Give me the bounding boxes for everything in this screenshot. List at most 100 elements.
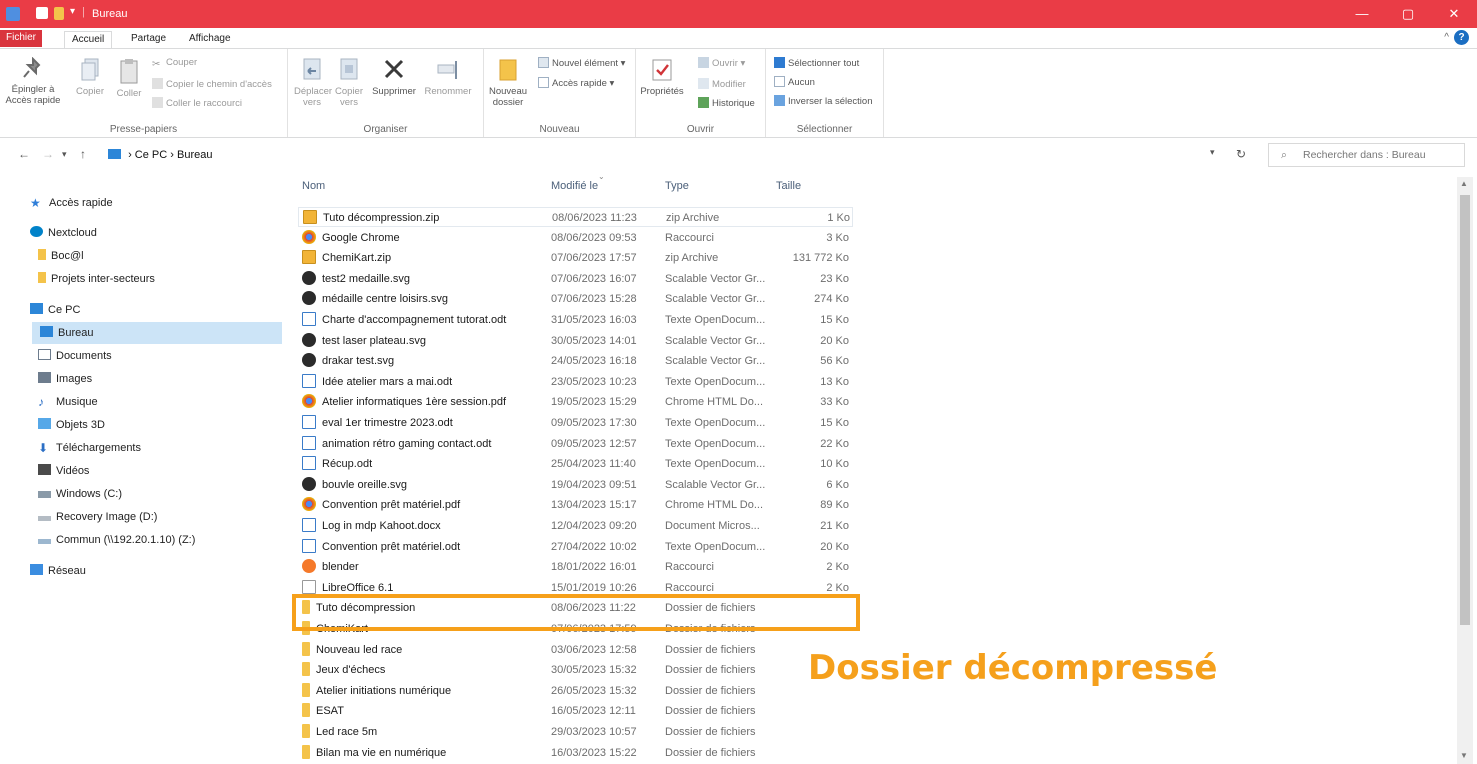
file-row[interactable]: Convention prêt matériel.pdf 13/04/2023 1… (298, 495, 853, 515)
sidebar-item-bureau[interactable]: Bureau (32, 322, 282, 344)
file-row[interactable]: Google Chrome 08/06/2023 09:53 Raccourci 3 … (298, 228, 853, 248)
address-dropdown-icon[interactable]: ▾ (1210, 147, 1215, 158)
folder-row[interactable]: Nouveau led race 03/06/2023 12:58 Dossier … (298, 640, 853, 660)
minimize-button[interactable]: — (1339, 0, 1385, 28)
copy-path-button[interactable]: Copier le chemin d'accès (152, 78, 272, 91)
file-row[interactable]: blender 18/01/2022 16:01 Raccourci 2 Ko (298, 557, 853, 577)
quick-access-button[interactable]: Accès rapide ▾ (538, 77, 614, 90)
file-type: Texte OpenDocum... (665, 314, 766, 326)
refresh-icon[interactable]: ↻ (1236, 147, 1246, 161)
sidebar-item-acces-rapide[interactable]: ★ Accès rapide (30, 192, 113, 214)
back-arrow-icon[interactable]: ← (18, 147, 30, 161)
column-header-name[interactable]: Nom (302, 180, 325, 198)
file-row[interactable]: Récup.odt 25/04/2023 11:40 Texte OpenDocum… (298, 454, 853, 474)
tab-home[interactable]: Accueil (64, 31, 113, 48)
file-row[interactable]: Convention prêt matériel.odt 27/04/2022 1… (298, 537, 853, 557)
file-date: 08/06/2023 09:53 (551, 231, 637, 244)
tab-share[interactable]: Partage (124, 31, 173, 48)
scroll-up-arrow-icon[interactable]: ▲ (1460, 179, 1468, 188)
recent-locations-icon[interactable]: ▾ (62, 149, 67, 160)
breadcrumb-bureau[interactable]: Bureau (177, 149, 212, 161)
move-to-button[interactable]: Déplacer vers (294, 57, 332, 108)
network-drive-icon (38, 539, 51, 544)
new-folder-quick-icon[interactable] (54, 7, 64, 20)
file-row[interactable]: animation rétro gaming contact.odt 09/05/… (298, 434, 853, 454)
file-row[interactable]: eval 1er trimestre 2023.odt 09/05/2023 17… (298, 413, 853, 433)
edit-button[interactable]: Modifier (698, 78, 746, 91)
file-row[interactable]: test laser plateau.svg 30/05/2023 14:01 Sc… (298, 331, 853, 351)
sidebar-item-commun-z[interactable]: Commun (\\192.20.1.10) (Z:) (38, 529, 195, 551)
sidebar-item-ce-pc[interactable]: Ce PC (30, 299, 80, 321)
scrollbar-thumb[interactable] (1460, 195, 1470, 625)
column-header-type[interactable]: Type (665, 180, 689, 198)
select-all-button[interactable]: Sélectionner tout (774, 57, 859, 70)
file-name-text: Atelier informatiques 1ère session.pdf (322, 396, 507, 409)
breadcrumb-ce-pc[interactable]: Ce PC (135, 149, 167, 161)
sidebar-item-windows-c[interactable]: Windows (C:) (38, 483, 122, 505)
file-row[interactable]: Tuto décompression.zip 08/06/2023 11:23 zi… (298, 207, 853, 227)
file-row[interactable]: ChemiKart.zip 07/06/2023 17:57 zip Archive… (298, 248, 853, 268)
scroll-down-arrow-icon[interactable]: ▼ (1460, 751, 1468, 760)
copy-button[interactable]: Copier (70, 57, 110, 97)
invert-selection-button[interactable]: Inverser la sélection (774, 95, 872, 108)
open-button[interactable]: Ouvrir ▾ (698, 57, 745, 70)
address-bar[interactable]: › Ce PC › Bureau (108, 144, 1198, 166)
file-name-text: ChemiKart.zip (322, 252, 392, 265)
file-row[interactable]: bouvle oreille.svg 19/04/2023 09:51 Scalab… (298, 475, 853, 495)
up-arrow-icon[interactable]: ↑ (80, 147, 86, 161)
file-name: Jeux d'échecs (302, 660, 552, 680)
customize-dropdown-icon[interactable]: ▾ (70, 6, 75, 17)
file-row[interactable]: test2 medaille.svg 07/06/2023 16:07 Scalab… (298, 269, 853, 289)
sidebar-item-reseau[interactable]: Réseau (30, 560, 86, 582)
file-name-text: Led race 5m (316, 726, 378, 738)
new-item-button[interactable]: Nouvel élément ▾ (538, 57, 625, 70)
file-row[interactable]: drakar test.svg 24/05/2023 16:18 Scalable … (298, 351, 853, 371)
sidebar-item-recovery-d[interactable]: Recovery Image (D:) (38, 506, 157, 528)
window-title: Bureau (92, 8, 128, 20)
sidebar-item-projets[interactable]: Projets inter-secteurs (38, 268, 155, 290)
search-input[interactable]: ⌕ Rechercher dans : Bureau (1268, 143, 1465, 167)
folder-row[interactable]: Bilan ma vie en numérique 16/03/2023 15:2… (298, 743, 853, 763)
paste-button[interactable]: Coller (110, 57, 148, 99)
file-row[interactable]: Atelier informatiques 1ère session.pdf 19… (298, 392, 853, 412)
sidebar-item-images[interactable]: Images (38, 368, 92, 390)
sidebar-item-musique[interactable]: ♪ Musique (38, 391, 98, 413)
column-header-size[interactable]: Taille (776, 180, 801, 198)
cut-button[interactable]: ✂ Couper (152, 57, 197, 70)
properties-button[interactable]: Propriétés (640, 57, 684, 97)
folder-row[interactable]: Atelier initiations numérique 26/05/2023 … (298, 681, 853, 701)
file-row[interactable]: Idée atelier mars a mai.odt 23/05/2023 10… (298, 372, 853, 392)
file-row[interactable]: médaille centre loisirs.svg 07/06/2023 15… (298, 289, 853, 309)
forward-arrow-icon[interactable]: → (42, 147, 54, 161)
sidebar-item-telechargements[interactable]: ⬇ Téléchargements (38, 437, 141, 459)
folder-row[interactable]: Led race 5m 29/03/2023 10:57 Dossier de fi… (298, 722, 853, 742)
close-button[interactable]: ✕ (1431, 0, 1477, 28)
select-none-button[interactable]: Aucun (774, 76, 815, 89)
rename-button[interactable]: Renommer (422, 57, 474, 97)
copy-to-button[interactable]: Copier vers (332, 57, 366, 108)
file-row[interactable]: Log in mdp Kahoot.docx 12/04/2023 09:20 Do… (298, 516, 853, 536)
help-button[interactable]: ? (1454, 30, 1469, 45)
folder-row[interactable]: Jeux d'échecs 30/05/2023 15:32 Dossier de … (298, 660, 853, 680)
sidebar-item-nextcloud[interactable]: Nextcloud (30, 222, 97, 244)
tab-view[interactable]: Affichage (182, 31, 238, 48)
sidebar-item-objets-3d[interactable]: Objets 3D (38, 414, 105, 436)
chrome-icon (302, 229, 316, 244)
sidebar-item-videos[interactable]: Vidéos (38, 460, 89, 482)
paste-shortcut-button[interactable]: Coller le raccourci (152, 97, 242, 110)
properties-quick-icon[interactable] (36, 7, 48, 19)
column-header-modified[interactable]: Modifié le (551, 180, 598, 198)
sidebar-item-documents[interactable]: Documents (38, 345, 112, 367)
file-row[interactable]: Charte d'accompagnement tutorat.odt 31/05… (298, 310, 853, 330)
collapse-ribbon-icon[interactable]: ^ (1444, 32, 1449, 43)
pin-quick-access-button[interactable]: Épingler à Accès rapide (4, 57, 62, 106)
delete-button[interactable]: Supprimer (368, 57, 420, 97)
sidebar-item-bocal[interactable]: Boc@l (38, 245, 84, 267)
maximize-button[interactable]: ▢ (1385, 0, 1431, 28)
file-name: ESAT (302, 701, 552, 721)
new-folder-button[interactable]: Nouveau dossier (488, 57, 528, 108)
tab-file[interactable]: Fichier (0, 30, 43, 47)
folder-row[interactable]: ESAT 16/05/2023 12:11 Dossier de fichiers (298, 701, 853, 721)
vertical-scrollbar[interactable]: ▲ ▼ (1457, 177, 1473, 764)
history-button[interactable]: Historique (698, 97, 755, 110)
